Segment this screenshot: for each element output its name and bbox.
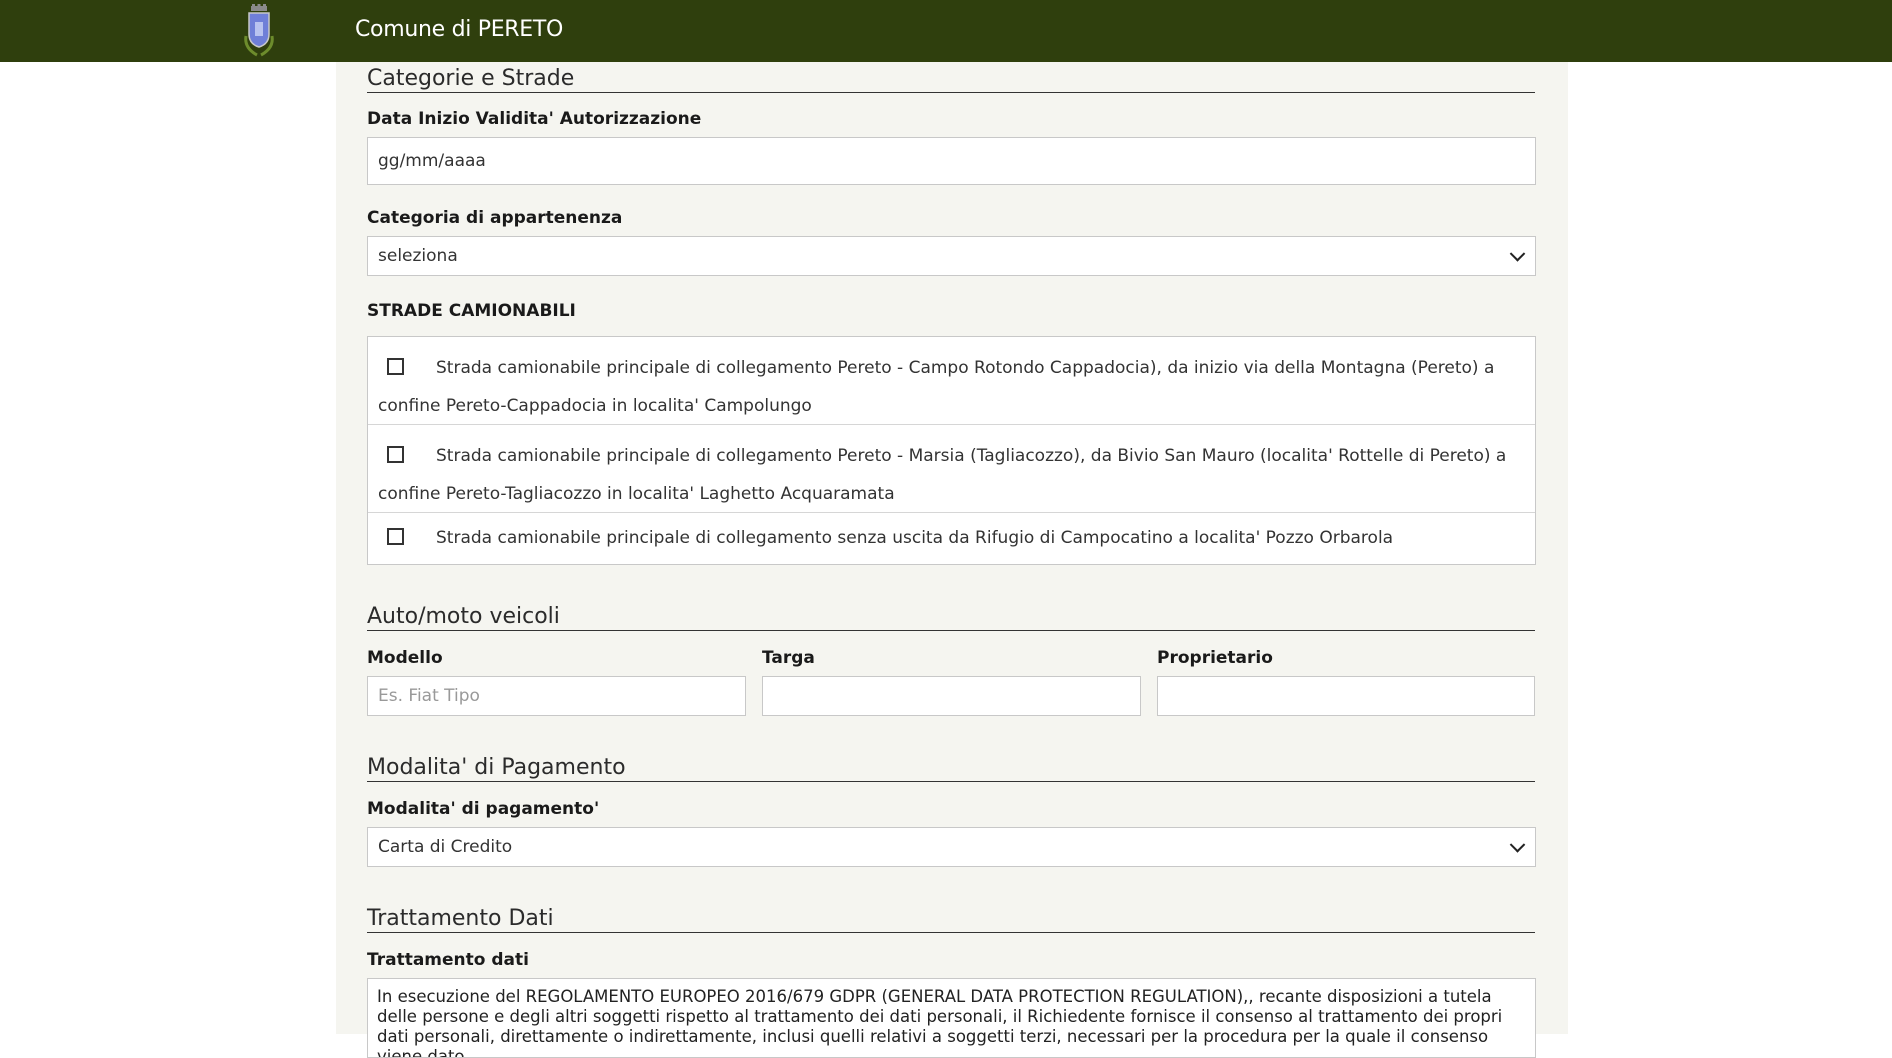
modello-label: Modello xyxy=(367,648,443,668)
municipal-crest-icon[interactable] xyxy=(240,4,278,58)
strada-3-label: Strada camionabile principale di collega… xyxy=(436,528,1394,548)
strada-2-checkbox[interactable] xyxy=(387,446,404,463)
pagamento-selected-value: Carta di Credito xyxy=(378,837,513,857)
strada-3-checkbox[interactable] xyxy=(387,528,404,545)
chevron-down-icon xyxy=(1509,837,1526,853)
targa-input[interactable] xyxy=(762,676,1141,716)
strada-2-label: Strada camionabile principale di collega… xyxy=(378,446,1507,504)
strada-option-3[interactable]: Strada camionabile principale di collega… xyxy=(368,513,1535,564)
targa-label: Targa xyxy=(762,648,815,668)
categoria-label: Categoria di appartenenza xyxy=(367,208,623,228)
strade-list: Strada camionabile principale di collega… xyxy=(367,336,1536,565)
strade-camionabili-heading: STRADE CAMIONABILI xyxy=(367,301,576,321)
top-header-bar: Comune di PERETO xyxy=(0,0,1892,62)
trattamento-dati-textarea[interactable]: In esecuzione del REGOLAMENTO EUROPEO 20… xyxy=(367,978,1536,1058)
chevron-down-icon xyxy=(1509,246,1526,262)
trattamento-label: Trattamento dati xyxy=(367,950,529,970)
data-inizio-input[interactable]: gg/mm/aaaa xyxy=(367,137,1536,185)
strada-option-1[interactable]: Strada camionabile principale di collega… xyxy=(368,337,1535,425)
data-inizio-label: Data Inizio Validita' Autorizzazione xyxy=(367,109,702,129)
strada-1-label: Strada camionabile principale di collega… xyxy=(378,358,1495,416)
modello-placeholder: Es. Fiat Tipo xyxy=(378,686,480,706)
site-title[interactable]: Comune di PERETO xyxy=(355,17,563,42)
pagamento-label: Modalita' di pagamento' xyxy=(367,799,600,819)
strada-1-checkbox[interactable] xyxy=(387,358,404,375)
categoria-select[interactable]: seleziona xyxy=(367,236,1536,276)
proprietario-input[interactable] xyxy=(1157,676,1535,716)
proprietario-label: Proprietario xyxy=(1157,648,1273,668)
section-title-veicoli: Auto/moto veicoli xyxy=(367,604,1535,631)
section-title-categorie: Categorie e Strade xyxy=(367,66,1535,93)
data-inizio-placeholder: gg/mm/aaaa xyxy=(378,151,486,171)
strada-option-2[interactable]: Strada camionabile principale di collega… xyxy=(368,425,1535,513)
categoria-selected-value: seleziona xyxy=(378,246,458,266)
section-title-pagamento: Modalita' di Pagamento xyxy=(367,755,1535,782)
pagamento-select[interactable]: Carta di Credito xyxy=(367,827,1536,867)
modello-input[interactable]: Es. Fiat Tipo xyxy=(367,676,746,716)
section-title-trattamento: Trattamento Dati xyxy=(367,906,1535,933)
